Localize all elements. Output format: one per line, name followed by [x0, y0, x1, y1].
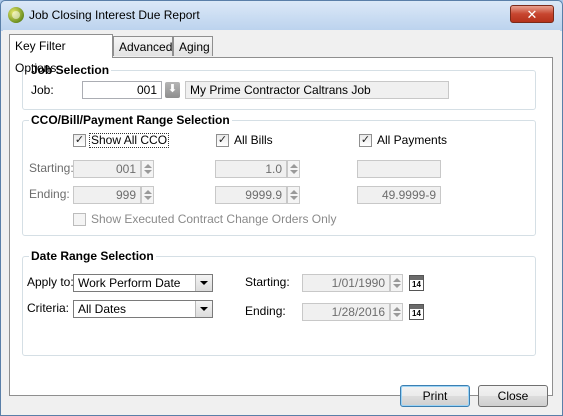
job-name-field: My Prime Contractor Caltrans Job — [185, 81, 449, 99]
window-title: Job Closing Interest Due Report — [29, 8, 200, 22]
window-close-button[interactable]: ✕ — [510, 5, 554, 23]
date-end-spinner[interactable] — [390, 303, 403, 321]
all-bills-label: All Bills — [234, 133, 273, 147]
payment-start-input[interactable] — [357, 160, 441, 178]
show-all-cco-label: Show All CCO — [89, 133, 170, 148]
apply-to-select[interactable]: Work Perform Date — [73, 274, 213, 292]
criteria-value: All Dates — [78, 302, 127, 316]
close-button[interactable]: Close — [478, 385, 548, 407]
report-window: Job Closing Interest Due Report ✕ Key Fi… — [0, 0, 563, 416]
cco-end-spinner[interactable] — [141, 186, 154, 204]
all-payments-checkbox[interactable]: ✓ — [359, 134, 372, 147]
tab-aging[interactable]: Aging — [173, 36, 213, 56]
bill-start-input[interactable]: 1.0 — [215, 160, 287, 178]
cco-end-input[interactable]: 999 — [73, 186, 141, 204]
bill-end-spinner[interactable] — [287, 186, 300, 204]
chevron-down-icon[interactable] — [195, 275, 212, 291]
date-end-input[interactable]: 1/28/2016 — [302, 303, 390, 321]
arrow-down-icon[interactable]: ⬇ — [165, 82, 180, 98]
cco-start-input[interactable]: 001 — [73, 160, 141, 178]
date-ending-label: Ending: — [245, 304, 286, 318]
criteria-select[interactable]: All Dates — [73, 300, 213, 318]
all-payments-label: All Payments — [377, 133, 448, 147]
show-executed-checkbox[interactable] — [73, 213, 86, 226]
apply-to-value: Work Perform Date — [78, 276, 181, 290]
chevron-down-icon[interactable] — [195, 301, 212, 317]
job-selection-group: Job Selection Job: 001 ⬇ My Prime Contra… — [22, 63, 536, 110]
date-range-group: Date Range Selection Apply to: Work Perf… — [22, 249, 536, 356]
cco-start-spinner[interactable] — [141, 160, 154, 178]
bill-start-spinner[interactable] — [287, 160, 300, 178]
print-button[interactable]: Print — [400, 385, 470, 407]
show-all-cco-checkbox[interactable]: ✓ — [73, 134, 86, 147]
range-ending-label: Ending: — [29, 187, 70, 201]
job-label: Job: — [31, 83, 54, 97]
tab-advanced[interactable]: Advanced — [113, 36, 173, 56]
date-start-input[interactable]: 1/01/1990 — [302, 274, 390, 292]
range-selection-title: CCO/Bill/Payment Range Selection — [29, 113, 232, 127]
calendar-icon[interactable]: 14 — [409, 275, 424, 291]
calendar-icon[interactable]: 14 — [409, 304, 424, 320]
tab-panel-key-filter-options: Job Selection Job: 001 ⬇ My Prime Contra… — [9, 57, 553, 396]
range-starting-label: Starting: — [29, 161, 74, 175]
range-selection-group: CCO/Bill/Payment Range Selection ✓ Show … — [22, 113, 536, 236]
show-executed-label: Show Executed Contract Change Orders Onl… — [91, 212, 337, 226]
date-range-title: Date Range Selection — [29, 249, 156, 263]
dialog-body: Key Filter Options Advanced Aging Job Se… — [3, 30, 560, 413]
apply-to-label: Apply to: — [27, 275, 74, 289]
job-number-input[interactable]: 001 — [82, 81, 162, 99]
bill-end-input[interactable]: 9999.9 — [215, 186, 287, 204]
app-icon — [8, 7, 24, 23]
date-starting-label: Starting: — [245, 275, 290, 289]
date-start-spinner[interactable] — [390, 274, 403, 292]
all-bills-checkbox[interactable]: ✓ — [216, 134, 229, 147]
title-bar: Job Closing Interest Due Report ✕ — [1, 1, 562, 30]
print-button-label: Print — [422, 389, 448, 403]
tab-key-filter-options[interactable]: Key Filter Options — [9, 34, 113, 75]
payment-end-input[interactable]: 49.9999-9 — [357, 186, 441, 204]
criteria-label: Criteria: — [27, 301, 70, 315]
